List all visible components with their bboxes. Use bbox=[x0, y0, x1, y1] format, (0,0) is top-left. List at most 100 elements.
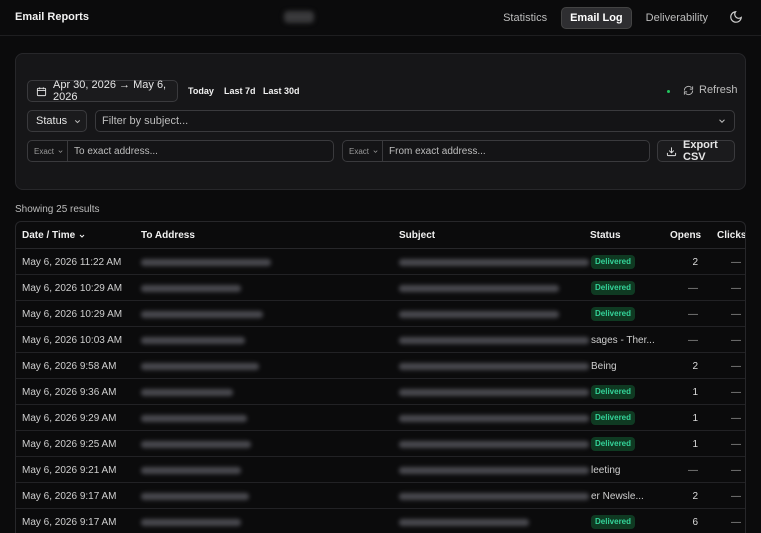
filter-panel: Apr 30, 2026 → May 6, 2026 Today Last 7d… bbox=[15, 53, 746, 190]
redacted-subject bbox=[399, 285, 559, 292]
row-clicks: — bbox=[731, 491, 741, 502]
moon-icon[interactable] bbox=[729, 10, 743, 24]
table-row[interactable]: May 6, 2026 9:25 AM Delivered 1 — bbox=[16, 431, 745, 457]
table-row[interactable]: May 6, 2026 9:17 AM er Newsle... 2 — bbox=[16, 483, 745, 509]
row-opens: 2 bbox=[692, 491, 698, 502]
redacted-to-address bbox=[141, 285, 241, 292]
status-badge: Delivered bbox=[591, 437, 636, 451]
to-match-mode-select[interactable]: Exact bbox=[28, 141, 68, 161]
to-address-filter: Exact bbox=[27, 140, 334, 162]
row-date: May 6, 2026 10:03 AM bbox=[22, 335, 123, 346]
from-address-filter: Exact bbox=[342, 140, 650, 162]
status-dropdown-label: Status bbox=[36, 115, 68, 127]
row-clicks: — bbox=[731, 387, 741, 398]
tab-deliverability[interactable]: Deliverability bbox=[638, 7, 716, 29]
export-csv-button[interactable]: Export CSV bbox=[657, 139, 735, 163]
export-csv-label: Export CSV bbox=[683, 139, 718, 163]
date-range-picker[interactable]: Apr 30, 2026 → May 6, 2026 bbox=[27, 79, 178, 103]
redacted-subject bbox=[399, 441, 589, 448]
redacted-to-address bbox=[141, 311, 263, 318]
row-subject-overflow: er Newsle... bbox=[591, 491, 644, 502]
table-row[interactable]: May 6, 2026 9:21 AM leeting — — bbox=[16, 457, 745, 483]
row-opens: 1 bbox=[692, 387, 698, 398]
sort-chevron-down-icon bbox=[78, 232, 86, 240]
row-clicks: — bbox=[731, 439, 741, 450]
results-count: Showing 25 results bbox=[15, 204, 100, 215]
row-date: May 6, 2026 9:29 AM bbox=[22, 413, 117, 424]
subject-filter-placeholder: Filter by subject... bbox=[102, 115, 189, 127]
to-address-input[interactable] bbox=[68, 141, 333, 161]
top-bar: Email Reports Statistics Email Log Deliv… bbox=[0, 0, 761, 36]
calendar-icon bbox=[36, 86, 47, 97]
date-range-label: Apr 30, 2026 → May 6, 2026 bbox=[53, 79, 167, 103]
row-subject-overflow: sages - Ther... bbox=[591, 335, 655, 346]
status-badge: Delivered bbox=[591, 255, 636, 269]
table-row[interactable]: May 6, 2026 11:22 AM Delivered 2 — bbox=[16, 249, 745, 275]
table-row[interactable]: May 6, 2026 10:29 AM Delivered — — bbox=[16, 275, 745, 301]
redacted-to-address bbox=[141, 259, 271, 266]
row-clicks: — bbox=[731, 361, 741, 372]
status-dropdown[interactable]: Status bbox=[27, 110, 87, 132]
row-opens: 1 bbox=[692, 413, 698, 424]
column-header-to-address: To Address bbox=[141, 230, 195, 241]
row-opens: 1 bbox=[692, 439, 698, 450]
table-row[interactable]: May 6, 2026 9:58 AM Being 2 — bbox=[16, 353, 745, 379]
row-opens: 6 bbox=[692, 517, 698, 528]
row-clicks: — bbox=[731, 335, 741, 346]
email-log-table: Date / Time To Address Subject Status Op… bbox=[15, 221, 746, 533]
quick-range-7d[interactable]: Last 7d bbox=[224, 86, 256, 96]
chevron-down-icon bbox=[73, 117, 82, 126]
to-match-mode-label: Exact bbox=[34, 146, 55, 156]
redacted-to-address bbox=[141, 389, 233, 396]
table-row[interactable]: May 6, 2026 9:17 AM Delivered 6 — bbox=[16, 509, 745, 533]
blurred-account-label bbox=[284, 11, 314, 23]
row-date: May 6, 2026 9:58 AM bbox=[22, 361, 117, 372]
redacted-to-address bbox=[141, 337, 245, 344]
from-match-mode-select[interactable]: Exact bbox=[343, 141, 383, 161]
table-row[interactable]: May 6, 2026 10:03 AM sages - Ther... — — bbox=[16, 327, 745, 353]
subject-filter-input[interactable]: Filter by subject... bbox=[95, 110, 735, 132]
row-opens: 2 bbox=[692, 257, 698, 268]
redacted-to-address bbox=[141, 415, 247, 422]
redacted-to-address bbox=[141, 363, 259, 370]
row-clicks: — bbox=[731, 257, 741, 268]
redacted-subject bbox=[399, 519, 529, 526]
row-opens: — bbox=[688, 283, 698, 294]
status-badge: Delivered bbox=[591, 385, 636, 399]
redacted-to-address bbox=[141, 519, 241, 526]
row-clicks: — bbox=[731, 309, 741, 320]
redacted-subject bbox=[399, 415, 589, 422]
from-address-input[interactable] bbox=[383, 141, 649, 161]
table-header: Date / Time To Address Subject Status Op… bbox=[16, 222, 745, 249]
refresh-button[interactable]: Refresh bbox=[683, 84, 738, 96]
row-opens: 2 bbox=[692, 361, 698, 372]
column-header-date[interactable]: Date / Time bbox=[22, 230, 86, 241]
live-status-dot bbox=[667, 90, 670, 93]
tab-statistics[interactable]: Statistics bbox=[495, 7, 555, 29]
row-date: May 6, 2026 9:17 AM bbox=[22, 517, 117, 528]
table-row[interactable]: May 6, 2026 10:29 AM Delivered — — bbox=[16, 301, 745, 327]
row-opens: — bbox=[688, 309, 698, 320]
chevron-down-icon bbox=[57, 148, 64, 155]
redacted-to-address bbox=[141, 441, 251, 448]
row-clicks: — bbox=[731, 465, 741, 476]
column-header-status: Status bbox=[590, 230, 621, 241]
quick-range-30d[interactable]: Last 30d bbox=[263, 86, 300, 96]
row-date: May 6, 2026 9:36 AM bbox=[22, 387, 117, 398]
row-date: May 6, 2026 9:21 AM bbox=[22, 465, 117, 476]
table-row[interactable]: May 6, 2026 9:29 AM Delivered 1 — bbox=[16, 405, 745, 431]
status-badge: Delivered bbox=[591, 307, 636, 321]
app-title: Email Reports bbox=[15, 11, 89, 23]
row-date: May 6, 2026 11:22 AM bbox=[22, 257, 122, 268]
redacted-subject bbox=[399, 259, 589, 266]
row-opens: — bbox=[688, 335, 698, 346]
table-row[interactable]: May 6, 2026 9:36 AM Delivered 1 — bbox=[16, 379, 745, 405]
refresh-label: Refresh bbox=[699, 84, 738, 96]
quick-range-today[interactable]: Today bbox=[188, 86, 214, 96]
status-badge: Delivered bbox=[591, 411, 636, 425]
row-clicks: — bbox=[731, 517, 741, 528]
redacted-subject bbox=[399, 389, 589, 396]
refresh-icon bbox=[683, 85, 694, 96]
tab-email-log[interactable]: Email Log bbox=[561, 7, 632, 29]
row-date: May 6, 2026 9:17 AM bbox=[22, 491, 117, 502]
